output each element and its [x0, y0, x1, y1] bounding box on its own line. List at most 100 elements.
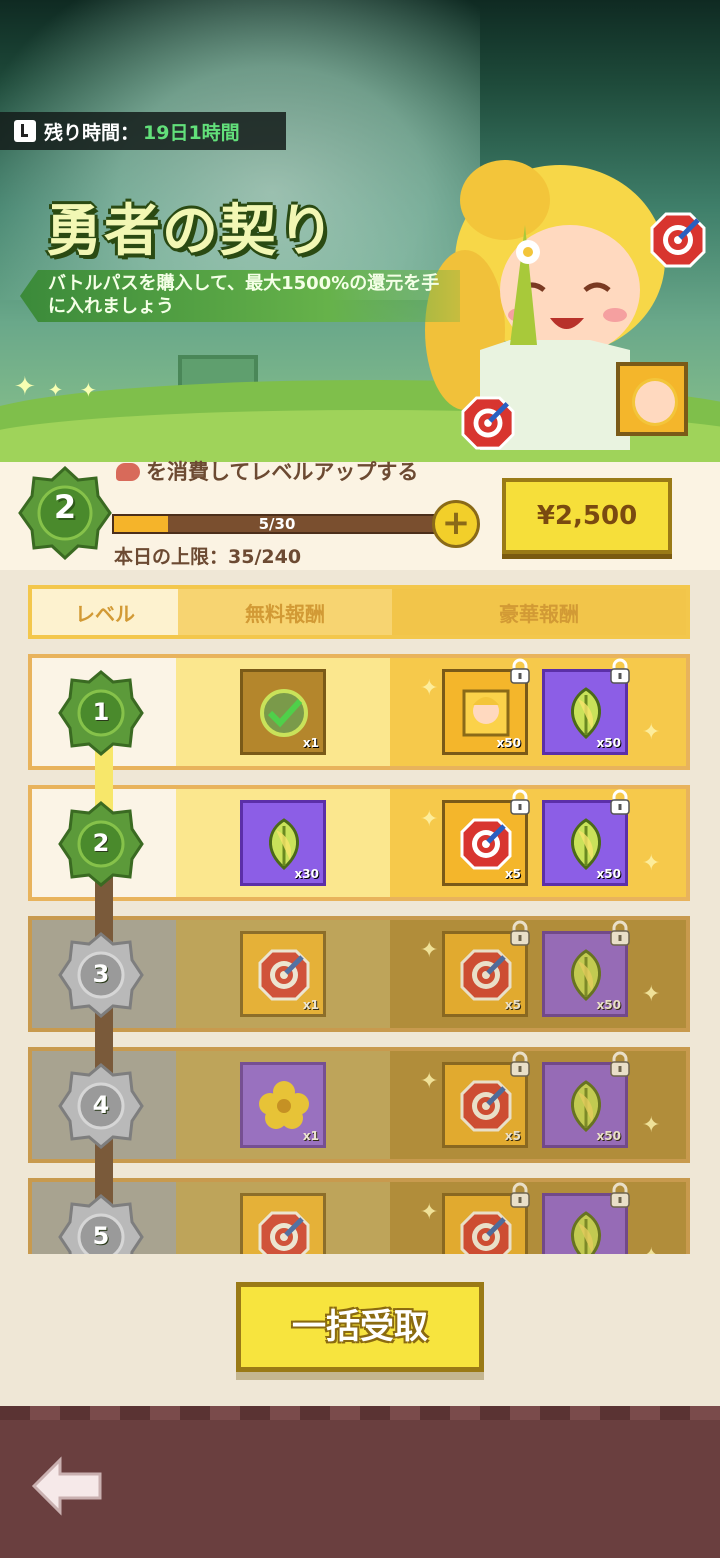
- pass-description: バトルパスを購入して、最大1500%の還元を手に入れましょう: [20, 270, 460, 322]
- sparkle-icon: ✦: [420, 807, 439, 832]
- target-icon: [650, 212, 706, 268]
- sparkle-icon: ✦: [420, 1200, 439, 1225]
- reward-qty: x1: [302, 998, 319, 1012]
- reward-qty: x1: [302, 736, 319, 750]
- remaining-time-label: 残り時間：: [44, 121, 140, 144]
- consume-text: を消費してレベルアップする: [116, 457, 436, 487]
- purchase-button[interactable]: ¥2,500: [502, 478, 672, 554]
- pass-title: 勇者の契り: [46, 199, 336, 264]
- reward-qty: x30: [294, 867, 319, 881]
- free-reward-item[interactable]: [240, 1193, 326, 1254]
- lux-reward-item[interactable]: x5: [442, 1051, 530, 1148]
- leaf-icon: [571, 1080, 601, 1133]
- target-icon: [460, 1211, 512, 1254]
- target-icon: [258, 1211, 310, 1254]
- reward-qty: x5: [504, 1129, 521, 1143]
- level-progress-text: 5/30: [258, 515, 296, 533]
- daily-limit: 本日の上限：35/240: [114, 546, 302, 568]
- reward-qty: x5: [504, 998, 521, 1012]
- remaining-time-value: 19日1時間: [143, 121, 240, 144]
- sparkle-icon: ✦: [14, 372, 36, 402]
- claim-all-button[interactable]: 一括受取: [236, 1282, 484, 1372]
- target-icon: [460, 818, 512, 870]
- lock-icon: [510, 1182, 530, 1208]
- lock-icon: [610, 920, 630, 946]
- leaf-icon: [269, 818, 299, 871]
- lux-reward-cell: x5 x50: [390, 789, 686, 897]
- lux-reward-item[interactable]: x50: [442, 658, 530, 755]
- sparkle-icon: ✦: [80, 378, 97, 402]
- free-reward-cell: x1: [176, 1051, 390, 1159]
- level-number: 2: [92, 829, 110, 857]
- lux-reward-item[interactable]: x50: [542, 920, 630, 1017]
- reward-qty: x50: [496, 736, 521, 750]
- clock-icon: [14, 120, 36, 142]
- remaining-time: 残り時間： 19日1時間: [0, 112, 286, 150]
- sparkle-icon: ✦: [420, 676, 439, 701]
- leaf-icon: [571, 949, 601, 1002]
- reward-qty: x50: [596, 1129, 621, 1143]
- lock-icon: [610, 1182, 630, 1208]
- header-free-reward: 無料報酬: [178, 589, 392, 635]
- sparkle-icon: ✦: [642, 1244, 660, 1254]
- level-progress-bar: 5/30: [112, 514, 442, 534]
- free-reward-cell: x30: [176, 789, 390, 897]
- reward-qty: x5: [504, 867, 521, 881]
- level-number: 5: [92, 1222, 110, 1250]
- sparkle-icon: ✦: [48, 380, 64, 401]
- free-reward-cell: x1: [176, 920, 390, 1028]
- lux-reward-cell: x5 x50: [390, 1051, 686, 1159]
- target-icon: [461, 396, 515, 450]
- lux-reward-item[interactable]: x5: [442, 789, 530, 886]
- level-number: 4: [92, 1091, 110, 1119]
- lock-icon: [510, 789, 530, 815]
- lux-reward-cell: x50 x50: [390, 658, 686, 766]
- lux-reward-item[interactable]: x50: [542, 789, 630, 886]
- leaf-icon: [571, 1211, 601, 1254]
- leaf-icon: [571, 687, 601, 740]
- reward-list[interactable]: x1 x50 x50 ✦ ✦ x30 x5 x50 ✦ ✦ x1 x5 x50 ✦ ✦ x1 x5…: [28, 654, 690, 1254]
- reward-column-headers: レベル 無料報酬 豪華報酬: [28, 585, 690, 639]
- lux-reward-item[interactable]: [442, 1182, 530, 1254]
- lux-reward-cell: x5 x50: [390, 920, 686, 1028]
- current-level: 2: [53, 488, 77, 526]
- lock-icon: [610, 1051, 630, 1077]
- lux-reward-item[interactable]: [542, 1182, 630, 1254]
- lock-icon: [510, 658, 530, 684]
- sparkle-icon: ✦: [642, 851, 661, 876]
- flower-icon: [259, 1081, 309, 1129]
- sparkle-icon: ✦: [642, 1113, 661, 1138]
- target-icon: [460, 1080, 512, 1132]
- target-icon: [258, 949, 310, 1001]
- sparkle-icon: ✦: [642, 720, 661, 745]
- meat-icon: [116, 463, 140, 481]
- free-reward-item[interactable]: x1: [240, 1062, 326, 1148]
- header-level: レベル: [32, 589, 178, 635]
- reward-qty: x1: [302, 1129, 319, 1143]
- lock-icon: [510, 920, 530, 946]
- lux-reward-item[interactable]: x50: [542, 658, 630, 755]
- hero-shard-icon: [616, 362, 688, 436]
- free-reward-cell: [176, 1182, 390, 1254]
- consume-label: を消費してレベルアップする: [146, 460, 419, 484]
- free-reward-item[interactable]: x30: [240, 800, 326, 886]
- lux-reward-item[interactable]: x50: [542, 1051, 630, 1148]
- back-arrow-icon[interactable]: [30, 1456, 104, 1516]
- add-exp-button[interactable]: +: [432, 500, 480, 548]
- header-lux-reward: 豪華報酬: [392, 589, 686, 635]
- lux-reward-item[interactable]: x5: [442, 920, 530, 1017]
- hero-shard-icon: [462, 689, 510, 737]
- lock-icon: [510, 1051, 530, 1077]
- sparkle-icon: ✦: [642, 982, 661, 1007]
- footer-bar: [0, 1406, 720, 1558]
- reward-qty: x50: [596, 867, 621, 881]
- level-number: 1: [92, 698, 110, 726]
- free-reward-item[interactable]: x1: [240, 931, 326, 1017]
- lock-icon: [610, 658, 630, 684]
- sparkle-icon: ✦: [420, 1069, 439, 1094]
- leaf-icon: [571, 818, 601, 871]
- free-reward-item[interactable]: x1: [240, 669, 326, 755]
- sparkle-icon: ✦: [420, 938, 439, 963]
- reward-qty: x50: [596, 998, 621, 1012]
- quest-check-icon: [260, 689, 308, 737]
